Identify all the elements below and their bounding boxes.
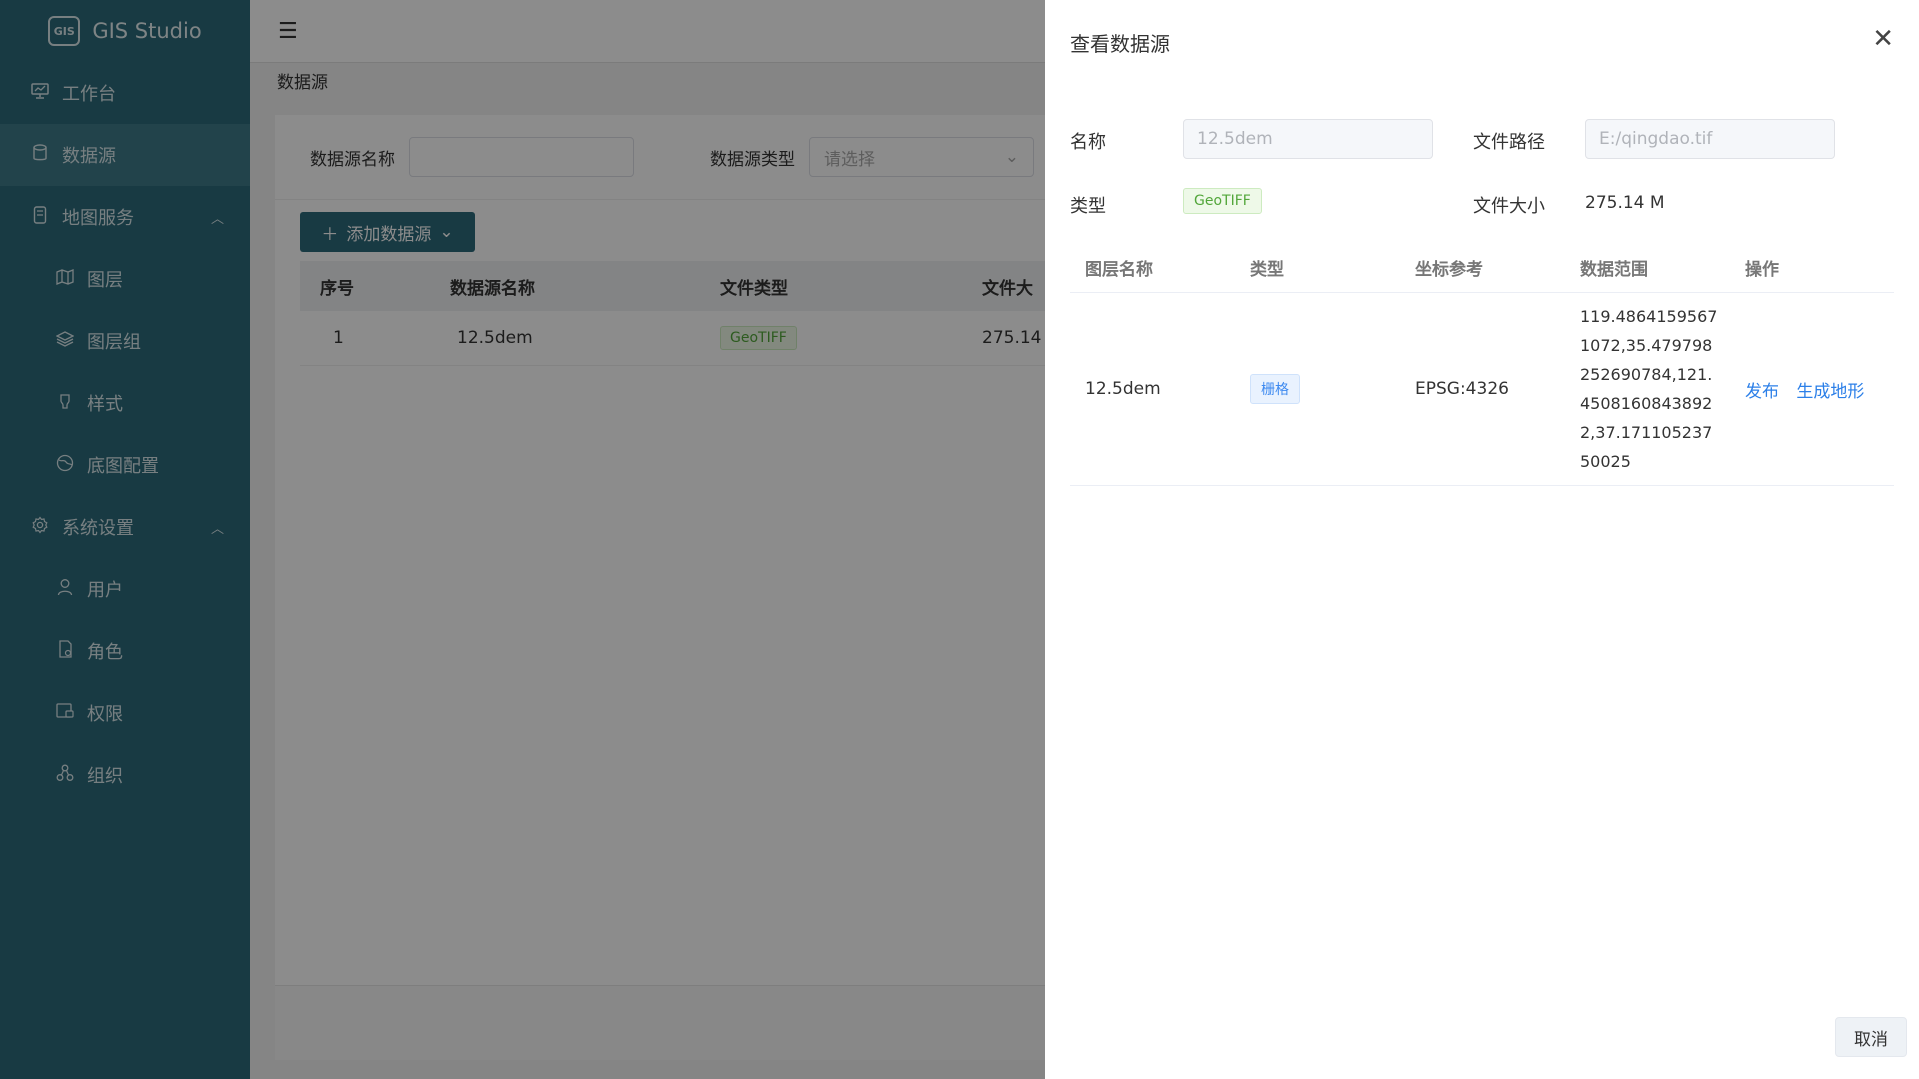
name-label: 名称 (1070, 132, 1106, 153)
layer-table: 图层名称 类型 坐标参考 数据范围 操作 12.5dem 栅格 EPSG:432… (1070, 243, 1894, 486)
path-label: 文件路径 (1473, 132, 1545, 153)
col-header-layer-name: 图层名称 (1085, 260, 1153, 280)
cell-range: 119.48641595671072,35.479798252690784,12… (1565, 302, 1730, 476)
name-field[interactable]: 12.5dem (1183, 119, 1433, 159)
cell-actions: 发布 生成地形 (1730, 377, 1894, 402)
cell-type: 栅格 (1235, 374, 1400, 404)
cell-crs: EPSG:4326 (1415, 379, 1509, 399)
view-datasource-drawer: 查看数据源 ✕ 名称 12.5dem 文件路径 E:/qingdao.tif 类… (1045, 0, 1919, 1079)
type-tag: GeoTIFF (1183, 188, 1262, 214)
generate-terrain-link[interactable]: 生成地形 (1796, 382, 1864, 402)
size-label: 文件大小 (1473, 196, 1545, 217)
range-text: 119.48641595671072,35.479798252690784,12… (1580, 307, 1718, 471)
col-header-crs: 坐标参考 (1415, 260, 1483, 280)
close-icon[interactable]: ✕ (1872, 26, 1894, 52)
col-header-range: 数据范围 (1580, 260, 1648, 280)
cell-layer-name: 12.5dem (1085, 379, 1161, 399)
path-field[interactable]: E:/qingdao.tif (1585, 119, 1835, 159)
drawer-title: 查看数据源 (1070, 32, 1170, 56)
table-header: 图层名称 类型 坐标参考 数据范围 操作 (1070, 243, 1894, 293)
table-row: 12.5dem 栅格 EPSG:4326 119.48641595671072,… (1070, 293, 1894, 486)
col-header-actions: 操作 (1745, 260, 1779, 280)
cancel-button[interactable]: 取消 (1835, 1017, 1907, 1057)
col-header-type: 类型 (1250, 260, 1284, 280)
raster-tag: 栅格 (1250, 374, 1300, 404)
type-label: 类型 (1070, 196, 1106, 217)
publish-link[interactable]: 发布 (1745, 382, 1779, 402)
size-value: 275.14 M (1585, 193, 1665, 213)
